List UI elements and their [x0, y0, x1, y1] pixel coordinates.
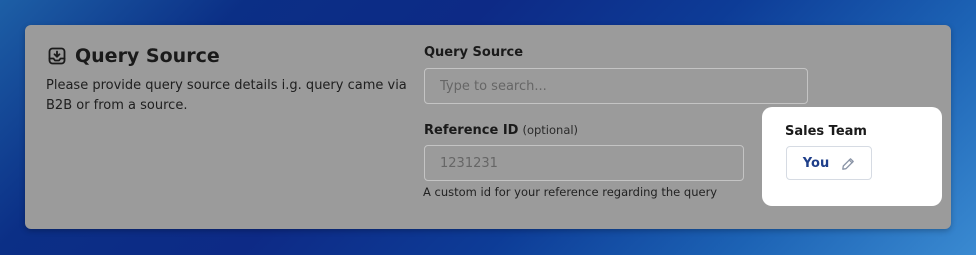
query-source-search-input[interactable]: [424, 68, 808, 104]
sales-team-chip-label: You: [802, 155, 830, 171]
inbox-download-icon: [47, 46, 67, 66]
sales-team-label: Sales Team: [785, 124, 867, 139]
pencil-icon[interactable]: [841, 156, 855, 170]
reference-id-input[interactable]: [424, 145, 744, 181]
query-source-label: Query Source: [424, 45, 524, 60]
reference-id-label: Reference ID (optional): [424, 123, 578, 138]
optional-tag: (optional): [522, 123, 579, 137]
section-title: Query Source: [75, 45, 220, 67]
section-header: Query Source: [47, 45, 220, 67]
reference-id-help-text: A custom id for your reference regarding…: [423, 185, 718, 199]
sales-team-panel: Sales Team You: [762, 107, 942, 206]
section-description: Please provide query source details i.g.…: [46, 78, 407, 113]
reference-id-label-text: Reference ID: [424, 123, 519, 138]
sales-team-you-chip[interactable]: You: [786, 146, 872, 180]
